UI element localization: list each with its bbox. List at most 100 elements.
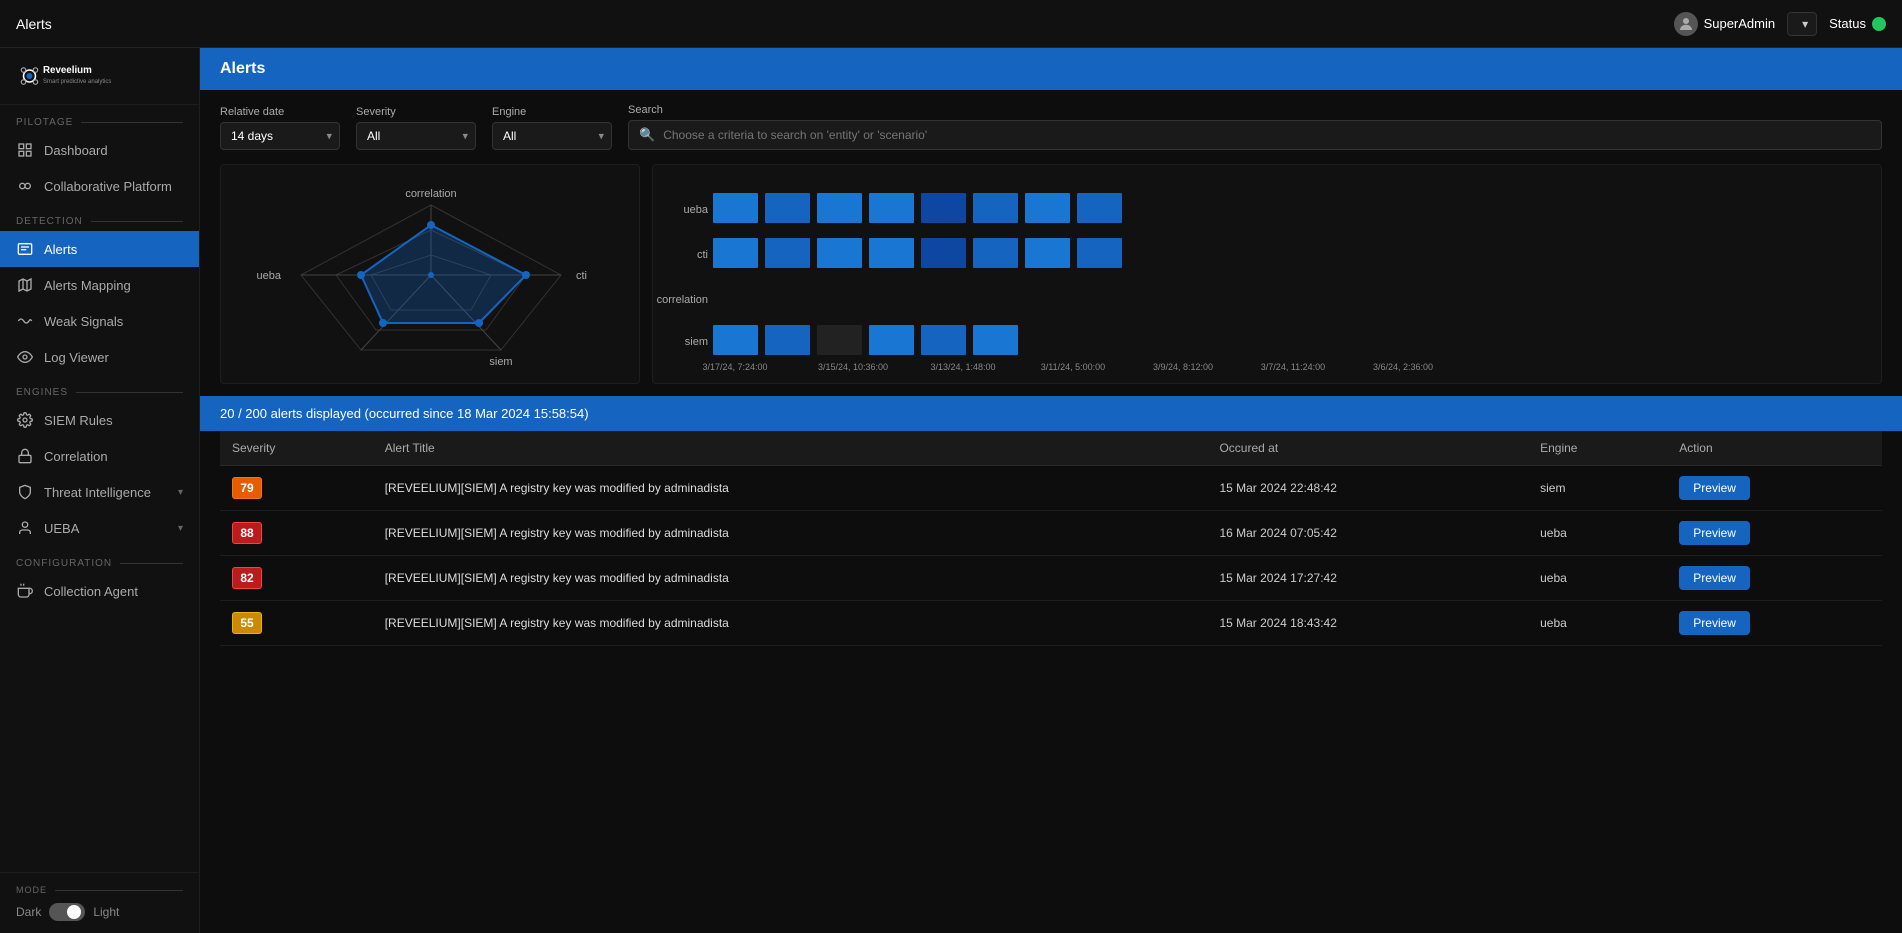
svg-text:3/11/24, 5:00:00: 3/11/24, 5:00:00	[1041, 362, 1105, 372]
table-row: 88 [REVEELIUM][SIEM] A registry key was …	[220, 511, 1882, 556]
filters-bar: Relative date 14 days 7 days 30 days Sev…	[200, 90, 1902, 164]
cell-occured-at: 15 Mar 2024 18:43:42	[1207, 601, 1528, 646]
cell-severity: 55	[220, 601, 373, 646]
topbar-dropdown[interactable]: ▾	[1787, 12, 1817, 36]
sidebar-item-alerts[interactable]: Alerts	[0, 231, 199, 267]
sidebar-item-collaborative-platform[interactable]: Collaborative Platform	[0, 168, 199, 204]
sidebar-bottom: MODE Dark Light	[0, 872, 199, 933]
sidebar-item-label: Weak Signals	[44, 314, 123, 329]
sidebar-item-label: Dashboard	[44, 143, 108, 158]
cell-title: [REVEELIUM][SIEM] A registry key was mod…	[373, 511, 1208, 556]
cell-title: [REVEELIUM][SIEM] A registry key was mod…	[373, 601, 1208, 646]
topbar-user: SuperAdmin	[1674, 12, 1776, 36]
svg-text:correlation: correlation	[405, 188, 456, 200]
search-input-wrap: 🔍	[628, 120, 1882, 150]
col-title: Alert Title	[373, 431, 1208, 466]
sidebar-item-log-viewer[interactable]: Log Viewer	[0, 339, 199, 375]
alerts-table-wrap: Severity Alert Title Occured at Engine A…	[200, 431, 1902, 933]
sidebar-item-label: Alerts Mapping	[44, 278, 131, 293]
theme-toggle[interactable]	[49, 903, 85, 921]
severity-filter: Severity All Low Medium High	[356, 106, 476, 150]
relative-date-select-wrap: 14 days 7 days 30 days	[220, 122, 340, 150]
sidebar-item-siem-rules[interactable]: SIEM Rules	[0, 402, 199, 438]
col-engine: Engine	[1528, 431, 1667, 466]
sidebar-item-correlation[interactable]: Correlation	[0, 438, 199, 474]
cell-engine: ueba	[1528, 556, 1667, 601]
bar-chart-svg: ueba cti correlation siem	[653, 175, 1523, 375]
status-dot-green	[1872, 17, 1886, 31]
preview-button[interactable]: Preview	[1679, 521, 1750, 545]
svg-text:3/7/24, 11:24:00: 3/7/24, 11:24:00	[1261, 362, 1325, 372]
severity-badge: 55	[232, 612, 262, 634]
cell-occured-at: 16 Mar 2024 07:05:42	[1207, 511, 1528, 556]
radar-chart-card: correlation cti siem ueba	[220, 164, 640, 384]
svg-text:siem: siem	[489, 356, 512, 368]
alerts-table: Severity Alert Title Occured at Engine A…	[220, 431, 1882, 646]
cell-action: Preview	[1667, 601, 1882, 646]
sidebar: Reveelium Smart predictive analytics PIL…	[0, 48, 200, 933]
sidebar-item-label: UEBA	[44, 521, 79, 536]
preview-button[interactable]: Preview	[1679, 476, 1750, 500]
cell-title: [REVEELIUM][SIEM] A registry key was mod…	[373, 466, 1208, 511]
sidebar-item-alerts-mapping[interactable]: Alerts Mapping	[0, 267, 199, 303]
chevron-down-icon: ▾	[178, 523, 183, 534]
sidebar-logo: Reveelium Smart predictive analytics	[0, 48, 199, 105]
severity-badge: 82	[232, 567, 262, 589]
radar-chart-svg: correlation cti siem ueba	[231, 175, 631, 375]
chevron-down-icon: ▾	[1802, 17, 1808, 31]
page-header: Alerts	[200, 48, 1902, 90]
sidebar-item-label: SIEM Rules	[44, 413, 113, 428]
col-occured-at: Occured at	[1207, 431, 1528, 466]
lock-icon	[16, 447, 34, 465]
map-icon	[16, 276, 34, 294]
sidebar-item-threat-intelligence[interactable]: Threat Intelligence ▾	[0, 474, 199, 510]
table-header-row: Severity Alert Title Occured at Engine A…	[220, 431, 1882, 466]
preview-button[interactable]: Preview	[1679, 611, 1750, 635]
cell-engine: siem	[1528, 466, 1667, 511]
col-action: Action	[1667, 431, 1882, 466]
cell-occured-at: 15 Mar 2024 22:48:42	[1207, 466, 1528, 511]
svg-text:ueba: ueba	[684, 204, 709, 216]
alerts-table-body: 79 [REVEELIUM][SIEM] A registry key was …	[220, 466, 1882, 646]
svg-text:3/6/24, 2:36:00: 3/6/24, 2:36:00	[1373, 362, 1433, 372]
svg-text:3/13/24, 1:48:00: 3/13/24, 1:48:00	[930, 362, 995, 372]
topbar-right: SuperAdmin ▾ Status	[1674, 12, 1886, 36]
svg-text:ueba: ueba	[257, 270, 282, 282]
bar-chart-card: ueba cti correlation siem	[652, 164, 1882, 384]
severity-select[interactable]: All Low Medium High	[356, 122, 476, 150]
charts-row: correlation cti siem ueba ueba cti corre…	[200, 164, 1902, 396]
severity-badge: 88	[232, 522, 262, 544]
mode-label: MODE	[16, 885, 183, 903]
sidebar-item-dashboard[interactable]: Dashboard	[0, 132, 199, 168]
table-row: 79 [REVEELIUM][SIEM] A registry key was …	[220, 466, 1882, 511]
search-label: Search	[628, 104, 1882, 116]
search-input[interactable]	[663, 128, 1871, 142]
sidebar-item-label: Correlation	[44, 449, 108, 464]
sidebar-item-label: Threat Intelligence	[44, 485, 151, 500]
user-icon	[16, 519, 34, 537]
sidebar-item-collection-agent[interactable]: Collection Agent	[0, 573, 199, 609]
svg-text:3/9/24, 8:12:00: 3/9/24, 8:12:00	[1153, 362, 1213, 372]
preview-button[interactable]: Preview	[1679, 566, 1750, 590]
alerts-count-text: 20 / 200 alerts displayed (occurred sinc…	[220, 406, 589, 421]
sidebar-item-weak-signals[interactable]: Weak Signals	[0, 303, 199, 339]
section-configuration: CONFIGURATION	[0, 546, 199, 573]
status-label: Status	[1829, 16, 1866, 31]
table-row: 55 [REVEELIUM][SIEM] A registry key was …	[220, 601, 1882, 646]
sidebar-item-label: Collection Agent	[44, 584, 138, 599]
relative-date-select[interactable]: 14 days 7 days 30 days	[220, 122, 340, 150]
cell-severity: 82	[220, 556, 373, 601]
sidebar-item-ueba[interactable]: UEBA ▾	[0, 510, 199, 546]
light-mode-label: Light	[93, 905, 119, 919]
avatar-icon	[1674, 12, 1698, 36]
dark-mode-label: Dark	[16, 905, 41, 919]
col-severity: Severity	[220, 431, 373, 466]
severity-select-wrap: All Low Medium High	[356, 122, 476, 150]
relative-date-label: Relative date	[220, 106, 340, 118]
search-filter: Search 🔍	[628, 104, 1882, 150]
username-label: SuperAdmin	[1704, 16, 1776, 31]
svg-text:Reveelium: Reveelium	[43, 65, 92, 76]
circles-icon	[16, 177, 34, 195]
engine-select[interactable]: All siem ueba cti correlation	[492, 122, 612, 150]
section-engines: ENGINES	[0, 375, 199, 402]
